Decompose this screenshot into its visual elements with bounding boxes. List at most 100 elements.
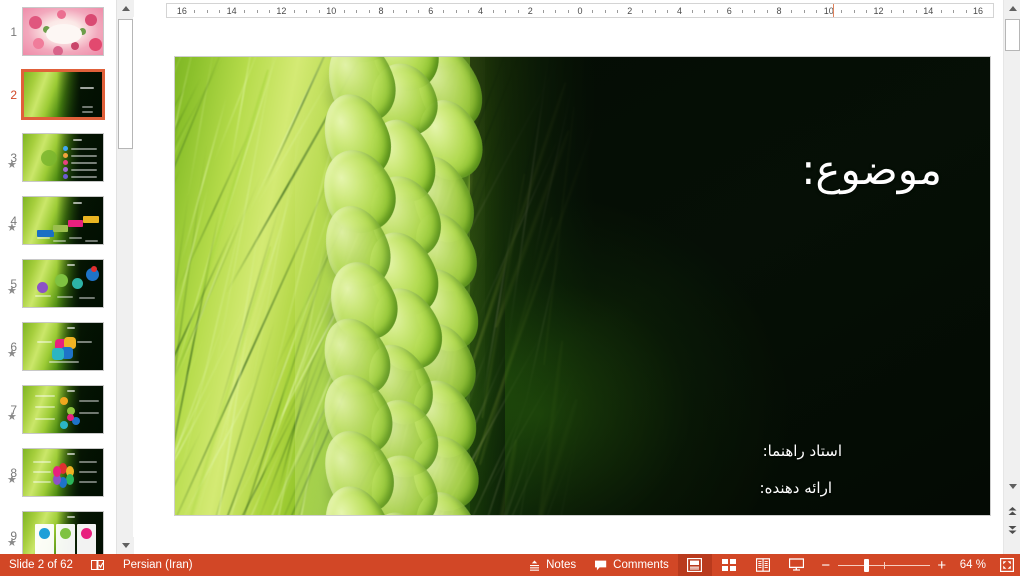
thumbnail-title-line <box>67 264 75 266</box>
thumbnail-scroll-down-button[interactable] <box>117 537 134 554</box>
thumbnail-slide-5[interactable]: 5★ <box>0 252 116 315</box>
animation-indicator-icon[interactable]: ★ <box>7 349 17 360</box>
thumbnail-title-line <box>67 453 75 455</box>
thumbnail-title-line <box>73 139 82 141</box>
ruler-minor-tick <box>306 10 307 13</box>
thumbnail-preview[interactable] <box>22 133 104 182</box>
zoom-in-button[interactable]: + <box>934 558 950 573</box>
ruler-minor-tick <box>966 10 967 13</box>
thumbnail-bullet <box>63 153 68 158</box>
thumbnail-slide-7[interactable]: 7★ <box>0 378 116 441</box>
zoom-slider-handle[interactable] <box>864 559 869 572</box>
proofing-status-button[interactable] <box>82 554 114 576</box>
zoom-slider[interactable] <box>838 559 930 571</box>
zoom-control[interactable]: − + <box>814 558 954 573</box>
slide-subtitle-advisor[interactable]: استاد راهنما: <box>763 442 842 460</box>
thumbnail-text-line <box>85 240 98 242</box>
thumbnail-title-line <box>80 87 94 89</box>
fit-to-window-button[interactable] <box>994 558 1020 572</box>
thumbnail-preview[interactable] <box>22 7 104 56</box>
comments-button[interactable]: Comments <box>585 554 678 576</box>
view-button-normal[interactable] <box>678 554 712 576</box>
thumbnail-shape <box>37 282 48 293</box>
thumbnail-preview[interactable] <box>22 322 104 371</box>
thumbnail-preview-green <box>23 134 103 181</box>
slide-canvas-area[interactable]: موضوع: استاد راهنما: ارائه دهنده: <box>135 22 1000 554</box>
slide-indicator-label: Slide 2 of 62 <box>9 559 73 571</box>
thumbnail-preview[interactable] <box>22 70 104 119</box>
thumbnail-text-line <box>71 169 97 171</box>
canvas-scroll-down-button[interactable] <box>1004 478 1020 495</box>
ruler-minor-tick <box>518 10 519 13</box>
thumbnail-slide-8[interactable]: 8★ <box>0 441 116 504</box>
fit-to-window-icon <box>1000 558 1014 572</box>
view-button-slide-sorter[interactable] <box>712 554 746 576</box>
thumbnail-bullet <box>60 421 68 429</box>
ruler-tick-label: 2 <box>627 5 632 17</box>
canvas-scroll-thumb[interactable] <box>1005 19 1020 51</box>
ruler-minor-tick <box>854 10 855 13</box>
ruler-minor-tick <box>767 10 768 13</box>
thumbnail-text-line <box>53 240 66 242</box>
thumbnail-slide-number: 2 <box>0 89 22 101</box>
slide-subtitle-presenter[interactable]: ارائه دهنده: <box>760 479 832 497</box>
thumbnail-preview[interactable] <box>22 385 104 434</box>
thumbnail-text-line <box>79 461 97 463</box>
ruler-tick-label: 16 <box>973 5 983 17</box>
thumbnail-slide-6[interactable]: 6★ <box>0 315 116 378</box>
slide-indicator[interactable]: Slide 2 of 62 <box>0 554 82 576</box>
thumbnail-block <box>53 225 68 232</box>
thumbnail-title-line <box>67 327 75 329</box>
spell-check-icon <box>91 559 105 572</box>
view-button-reading[interactable] <box>746 554 780 576</box>
thumbnail-bullet <box>63 146 68 151</box>
previous-slide-button[interactable] <box>1004 503 1020 520</box>
thumbnail-preview-green <box>23 323 103 370</box>
thumbnail-slide-9[interactable]: 9★ <box>0 504 116 554</box>
thumbnail-text-line <box>79 400 99 402</box>
ruler-indent-marker[interactable] <box>833 4 834 18</box>
slide-title-text[interactable]: موضوع: <box>801 145 942 194</box>
canvas-scroll-up-button[interactable] <box>1004 0 1020 17</box>
thumbnail-slide-2[interactable]: 2 <box>0 63 116 126</box>
thumbnail-text-line <box>37 341 52 343</box>
ruler-tick-label: 6 <box>727 5 732 17</box>
ruler-minor-tick <box>456 10 457 13</box>
thumbnail-scroll-up-button[interactable] <box>117 0 134 17</box>
zoom-percentage-label[interactable]: 64 % <box>954 559 994 571</box>
thumbnail-scrollbar[interactable] <box>116 0 133 554</box>
animation-indicator-icon[interactable]: ★ <box>7 223 17 234</box>
thumbnail-decoration <box>89 38 102 51</box>
zoom-out-button[interactable]: − <box>818 558 834 573</box>
thumbnail-preview-pink <box>23 8 103 55</box>
slide-thumbnail-pane[interactable]: 1 2 3★4★5★6★7★8★9★ <box>0 0 116 554</box>
next-slide-button[interactable] <box>1004 522 1020 539</box>
animation-indicator-icon[interactable]: ★ <box>7 286 17 297</box>
animation-indicator-icon[interactable]: ★ <box>7 475 17 486</box>
ruler-minor-tick <box>406 10 407 13</box>
slide-editing-surface[interactable]: موضوع: استاد راهنما: ارائه دهنده: <box>175 57 990 515</box>
thumbnail-text-line <box>49 361 79 363</box>
thumbnail-scroll-thumb[interactable] <box>118 19 133 149</box>
ruler-minor-tick <box>717 10 718 13</box>
ruler-minor-tick <box>605 10 606 13</box>
thumbnail-shape <box>72 278 83 289</box>
notes-button[interactable]: Notes <box>519 554 585 576</box>
thumbnail-preview[interactable] <box>22 259 104 308</box>
animation-indicator-icon[interactable]: ★ <box>7 412 17 423</box>
slide-view-scrollbar[interactable] <box>1003 0 1020 554</box>
thumbnail-slide-4[interactable]: 4★ <box>0 189 116 252</box>
thumbnail-slide-3[interactable]: 3★ <box>0 126 116 189</box>
ruler-minor-tick <box>244 10 245 13</box>
animation-indicator-icon[interactable]: ★ <box>7 160 17 171</box>
thumbnail-slide-1[interactable]: 1 <box>0 0 116 63</box>
language-indicator[interactable]: Persian (Iran) <box>114 554 202 576</box>
thumbnail-preview[interactable] <box>22 448 104 497</box>
view-button-slide-show[interactable] <box>780 554 814 576</box>
thumbnail-preview[interactable] <box>22 511 104 554</box>
thumbnail-preview-green <box>23 386 103 433</box>
thumbnail-card-icon <box>60 528 71 539</box>
thumbnail-preview[interactable] <box>22 196 104 245</box>
animation-indicator-icon[interactable]: ★ <box>7 538 17 549</box>
ruler-tick-label: 8 <box>378 5 383 17</box>
